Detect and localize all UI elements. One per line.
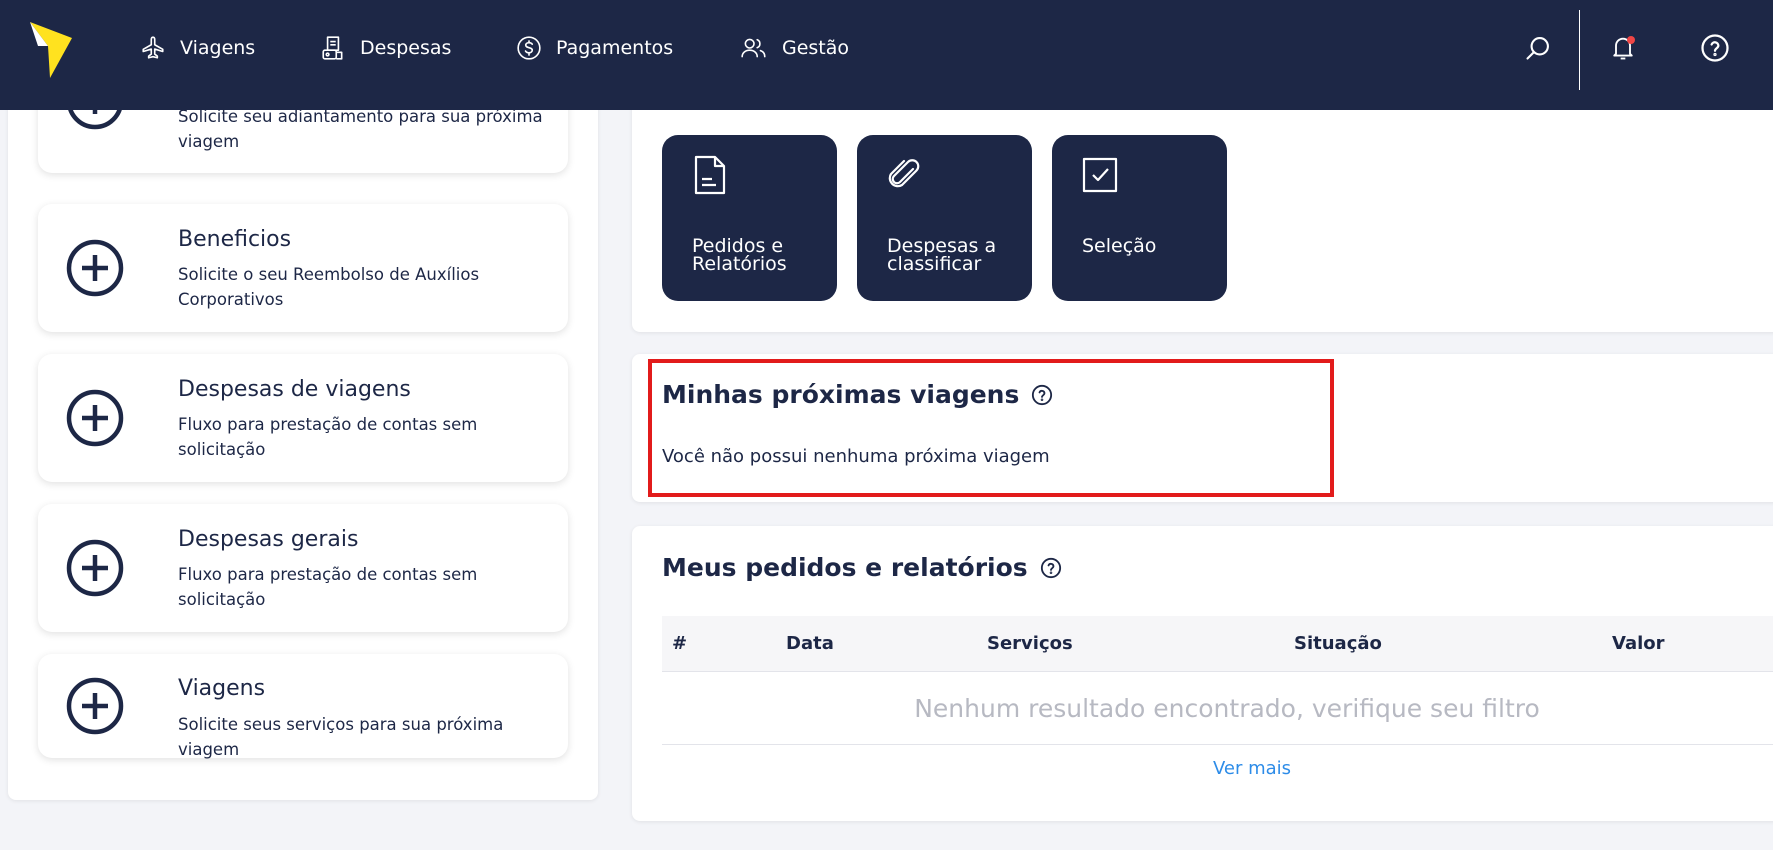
column-header-number[interactable]: #: [672, 633, 687, 654]
column-header-servicos[interactable]: Serviços: [987, 633, 1073, 654]
airplane-icon: [142, 36, 164, 59]
nav-label: Gestão: [782, 37, 850, 59]
action-card-despesas-viagens[interactable]: Despesas de viagens Fluxo para prestação…: [38, 354, 568, 482]
users-icon: [741, 38, 766, 58]
help-icon: [1701, 34, 1729, 62]
checkbox-icon: [1082, 157, 1118, 193]
nav-label: Pagamentos: [556, 37, 674, 59]
tile-label: Seleção: [1082, 235, 1157, 257]
tile-despesas-classificar[interactable]: Despesas a classificar: [857, 135, 1032, 301]
top-nav-bar: Viagens Despesas Pagamentos Gestão: [0, 0, 1773, 110]
tile-label: Despesas a classificar: [887, 235, 997, 275]
action-card-viagens[interactable]: Viagens Solicite seus serviços para sua …: [38, 654, 568, 759]
action-card-desc: Solicite seus serviços para sua próxima …: [178, 715, 504, 759]
action-card-despesas-gerais[interactable]: Despesas gerais Fluxo para prestação de …: [38, 504, 568, 632]
plus-circle-icon: [66, 539, 124, 597]
action-card-title: Viagens: [178, 676, 266, 701]
column-header-data[interactable]: Data: [786, 633, 834, 654]
column-header-situacao[interactable]: Situação: [1294, 633, 1382, 654]
action-card-desc: Fluxo para prestação de contas sem solic…: [178, 565, 478, 609]
app-logo[interactable]: [28, 20, 74, 78]
nav-label: Despesas: [360, 37, 452, 59]
help-button[interactable]: [1695, 28, 1735, 68]
section-title-text: Meus pedidos e relatórios: [662, 553, 1028, 582]
action-card-title: Despesas de viagens: [178, 377, 411, 402]
tile-label: Pedidos e Relatórios: [692, 235, 787, 275]
help-icon[interactable]: [1040, 557, 1062, 579]
search-icon: [1526, 37, 1549, 60]
receipt-icon: [322, 36, 343, 60]
document-icon: [694, 155, 726, 195]
actions-panel: Solicite seu adiantamento para sua próxi…: [8, 70, 598, 800]
topbar-divider: [1579, 10, 1580, 90]
paperclip-icon: [888, 159, 920, 188]
nav-item-viagens[interactable]: Viagens: [140, 28, 255, 68]
column-header-valor[interactable]: Valor: [1612, 633, 1665, 654]
orders-table-header: # Data Serviços Situação Valor: [662, 616, 1773, 672]
orders-panel: Meus pedidos e relatórios # Data Serviço…: [632, 526, 1773, 821]
action-card-title: Despesas gerais: [178, 527, 359, 552]
see-more-link[interactable]: Ver mais: [632, 758, 1773, 779]
action-card-desc: Solicite o seu Reembolso de Auxílios Cor…: [178, 265, 480, 309]
notifications-button[interactable]: [1603, 28, 1643, 68]
orders-title: Meus pedidos e relatórios: [662, 553, 1062, 582]
plus-circle-icon: [66, 389, 124, 447]
search-button[interactable]: [1518, 28, 1558, 68]
nav-label: Viagens: [180, 37, 256, 59]
plus-circle-icon: [66, 677, 124, 735]
shortcuts-panel: Pedidos e Relatórios Despesas a classifi…: [632, 100, 1773, 332]
action-card-desc: Fluxo para prestação de contas sem solic…: [178, 415, 478, 459]
plus-circle-icon: [66, 239, 124, 297]
nav-item-despesas[interactable]: Despesas: [320, 28, 451, 68]
no-results-text: Nenhum resultado encontrado, verifique s…: [662, 673, 1773, 745]
nav-item-gestao[interactable]: Gestão: [740, 28, 849, 68]
highlight-box: [648, 359, 1334, 497]
action-card-beneficios[interactable]: Beneficios Solicite o seu Reembolso de A…: [38, 204, 568, 332]
tile-pedidos-relatorios[interactable]: Pedidos e Relatórios: [662, 135, 837, 301]
action-card-desc: Solicite seu adiantamento para sua próxi…: [178, 107, 543, 151]
dollar-circle-icon: [517, 36, 541, 60]
notification-dot: [1627, 36, 1635, 44]
action-card-title: Beneficios: [178, 227, 292, 252]
nav-item-pagamentos[interactable]: Pagamentos: [516, 28, 673, 68]
tile-selecao[interactable]: Seleção: [1052, 135, 1227, 301]
